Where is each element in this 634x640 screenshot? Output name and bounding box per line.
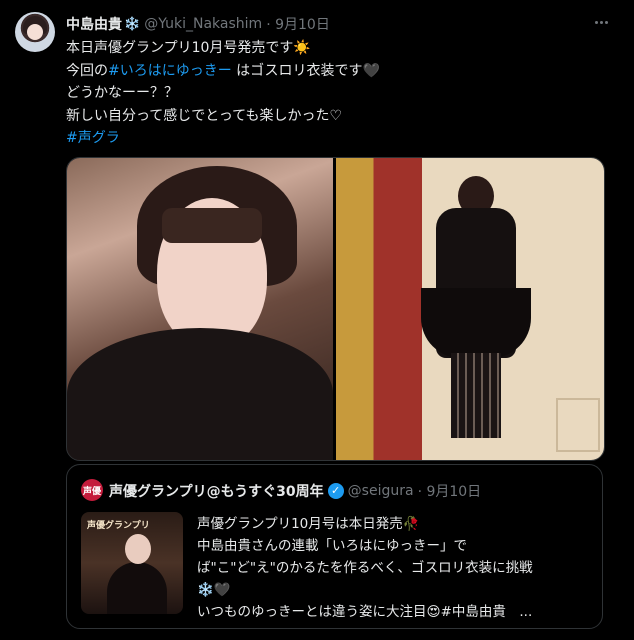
tweet-line: 新しい自分って感じでとっても楽しかった♡	[66, 107, 343, 124]
verified-badge-icon: ✓	[327, 483, 344, 499]
quoted-tweet[interactable]: 声優 声優グランプリ@もうすぐ30周年 ✓ @seigura · 9月10日 声…	[66, 464, 603, 629]
tweet-header: 中島由貴 ❄️ @Yuki_Nakashim · 9月10日	[66, 14, 330, 34]
quote-author-name[interactable]: 声優グランプリ@もうすぐ30周年	[109, 481, 324, 501]
snowflake-icon: ❄️	[124, 16, 141, 32]
hashtag-link[interactable]: #いろはにゆっきー	[108, 63, 232, 79]
author-name[interactable]: 中島由貴	[66, 14, 122, 34]
hashtag-link[interactable]: #声グラ	[66, 127, 606, 150]
quote-date[interactable]: · 9月10日	[418, 481, 482, 501]
quote-handle[interactable]: @seigura	[348, 483, 414, 499]
more-options-icon[interactable]	[590, 12, 612, 32]
tweet-text: 本日声優グランプリ10月号発売です☀️ 今回の#いろはにゆっきー はゴスロリ衣装…	[66, 37, 606, 150]
tweet-text-fragment: はゴスロリ衣装です🖤	[231, 62, 380, 79]
author-avatar[interactable]	[15, 12, 55, 52]
quote-line: いつものゆっきーとは違う姿に大注目😍#中島由貴 ...	[197, 604, 533, 620]
quote-line: 中島由貴さんの連載「いろはにゆっきー」で	[197, 538, 467, 554]
tweet-line: 今回の#いろはにゆっきー はゴスロリ衣装です🖤	[66, 60, 606, 83]
quote-header: 声優グランプリ@もうすぐ30周年 ✓ @seigura · 9月10日	[109, 481, 481, 501]
tweet-text-fragment: 今回の	[66, 62, 108, 79]
tweet-date[interactable]: · 9月10日	[266, 14, 330, 34]
tweet[interactable]: 中島由貴 ❄️ @Yuki_Nakashim · 9月10日 本日声優グランプリ…	[0, 0, 634, 640]
quote-line: 声優グランプリ10月号は本日発売🥀	[197, 516, 420, 532]
quote-line: ば"こ"ど"え"のかるたを作るべく、ゴスロリ衣装に挑戦	[197, 560, 533, 576]
author-handle[interactable]: @Yuki_Nakashim	[144, 16, 262, 32]
media-grid	[66, 157, 605, 461]
quote-line: ❄️🖤	[197, 582, 231, 598]
quote-text: 声優グランプリ10月号は本日発売🥀 中島由貴さんの連載「いろはにゆっきー」で ば…	[197, 513, 592, 623]
quote-thumbnail[interactable]: 声優グランプリ	[81, 512, 183, 614]
thumbnail-label: 声優グランプリ	[87, 521, 150, 531]
tweet-line: 本日声優グランプリ10月号発売です☀️	[66, 40, 311, 56]
photo-fullbody[interactable]	[336, 158, 604, 460]
quote-author-avatar[interactable]: 声優	[81, 479, 103, 501]
photo-closeup[interactable]	[67, 158, 333, 460]
tweet-line: どうかなーー？？	[66, 85, 178, 101]
